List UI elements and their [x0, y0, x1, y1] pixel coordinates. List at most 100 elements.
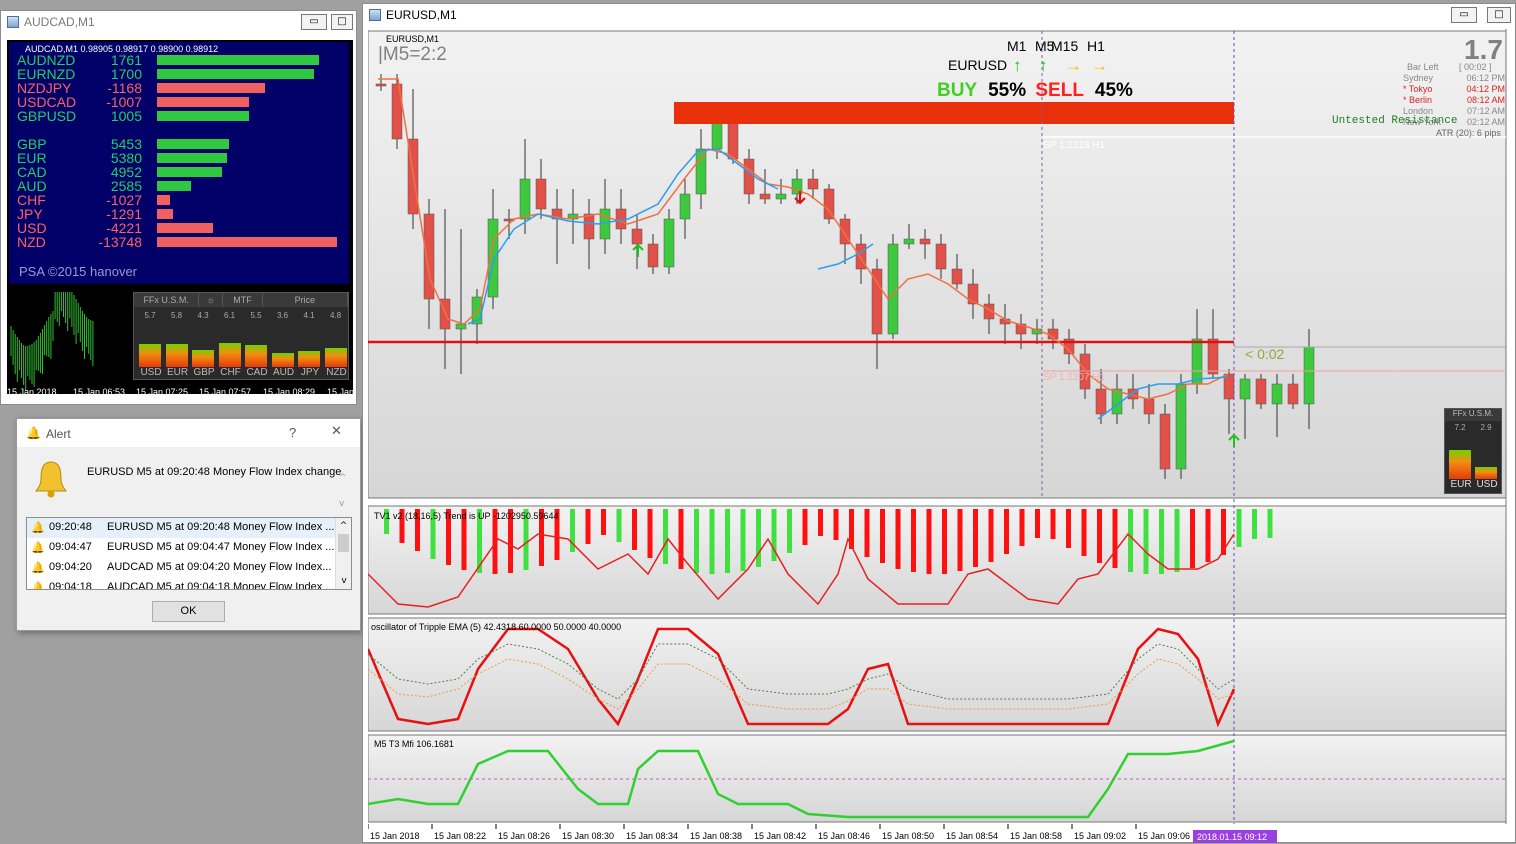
resistance-price-label: SP 1.2218 H1: [1043, 140, 1106, 151]
strength-bar: [157, 69, 314, 79]
alert-list-scrollbar[interactable]: ^ v: [335, 518, 351, 589]
bull-histogram-bar: [1174, 509, 1180, 572]
bear-histogram-bar: [973, 509, 978, 567]
bear-histogram-bar: [678, 509, 684, 569]
chart-window-icon: [7, 16, 19, 28]
eurusd-titlebar[interactable]: EURUSD,M1 ▭ □: [363, 4, 1515, 26]
bell-icon: 🔔: [31, 562, 45, 574]
usm-bar: [192, 350, 214, 367]
audcad-time-axis: 15 Jan 2018 15 Jan 06:53 15 Jan 07:25 15 Ja…: [7, 386, 354, 400]
eurusd-chart[interactable]: 15 Jan 2018 15 Jan 08:22 15 Jan 08:26 15 Ja…: [368, 29, 1516, 844]
bell-icon: 🔔: [31, 542, 45, 554]
time-tick-label: 15 Jan 08:54: [946, 831, 998, 841]
bull-histogram-bar: [663, 509, 668, 564]
usm-value: 5.7: [144, 311, 156, 320]
tema-oscillator-pane[interactable]: [368, 617, 1507, 732]
alert-list[interactable]: 🔔 09:20:48 EURUSD M5 at 09:20:48 Money Flo…: [26, 517, 352, 590]
strength-row: NZD -13748: [17, 235, 347, 249]
usm-tab[interactable]: FFx U.S.M.: [134, 293, 200, 307]
scroll-thumb[interactable]: [338, 534, 349, 552]
usm-tab[interactable]: ☼: [199, 293, 224, 307]
bear-candle: [871, 268, 883, 335]
help-button[interactable]: ?: [289, 425, 296, 440]
bear-candle: [743, 158, 755, 195]
alert-row-text: EURUSD M5 at 09:20:48 Money Flow Index .…: [107, 521, 335, 533]
bear-candle: [935, 243, 947, 270]
alert-title: Alert: [46, 427, 71, 441]
alert-message-scrollbar[interactable]: ^ v: [339, 465, 347, 517]
bear-histogram-bar: [864, 509, 870, 557]
audcad-titlebar[interactable]: AUDCAD,M1 ▭ □: [1, 11, 356, 33]
bear-histogram-bar: [1112, 509, 1118, 568]
close-button[interactable]: ✕: [331, 424, 342, 439]
buy-percent: 55%: [988, 80, 1027, 101]
mini-usm-bar: [1475, 467, 1497, 479]
alert-titlebar[interactable]: 🔔 Alert ? ✕: [17, 419, 360, 447]
bear-histogram-bar: [1035, 509, 1040, 538]
alert-row[interactable]: 🔔 09:20:48 EURUSD M5 at 09:20:48 Money Flo…: [27, 518, 351, 538]
chart-window-icon: [369, 9, 381, 21]
maximize-button[interactable]: □: [331, 14, 353, 30]
bar-left-label: Bar Left: [1407, 62, 1439, 72]
mini-usm-label: USD: [1476, 479, 1498, 490]
alert-row-text: EURUSD M5 at 09:04:47 Money Flow Index .…: [107, 541, 335, 553]
strength-bar: [157, 223, 213, 233]
strength-bar: [157, 181, 191, 191]
currency-list: GBP 5453 EUR 5380 CAD 4952 AUD 2585 CHF -1027 JPY -…: [17, 137, 347, 249]
strength-value: -1027: [106, 192, 142, 208]
mini-usm-panel: FFx U.S.M. 7.2 EUR 2.9 USD: [1444, 408, 1502, 494]
strength-bar: [157, 83, 265, 93]
scroll-down-arrow-icon[interactable]: v: [336, 573, 351, 589]
bear-candle: [727, 118, 739, 160]
alert-row[interactable]: 🔔 09:04:47 EURUSD M5 at 09:04:47 Money Flo…: [27, 538, 351, 558]
sell-label: SELL: [1035, 80, 1084, 101]
minimize-button[interactable]: ▭: [1451, 7, 1477, 23]
minimize-button[interactable]: ▭: [301, 14, 327, 30]
usm-tab[interactable]: Price: [263, 293, 348, 307]
strength-panel: AUDCAD,M1 0.98905 0.98917 0.98900 0.9891…: [9, 42, 349, 284]
time-tick-label: 15 Jan 08:46: [818, 831, 870, 841]
scroll-up-arrow-icon[interactable]: ^: [336, 518, 351, 534]
usm-value: 4.8: [329, 311, 342, 320]
ok-button[interactable]: OK: [152, 601, 225, 622]
strength-name: CHF: [17, 192, 46, 208]
usm-label: AUD: [272, 367, 295, 378]
time-tick-label: 15 Jan 08:38: [690, 831, 742, 841]
strength-row: USD -4221: [17, 221, 347, 235]
time-tick-label: 15 Jan 07:57: [199, 387, 252, 397]
bar-left-value: [ 00:02 ]: [1459, 62, 1492, 72]
bear-candle: [1159, 413, 1171, 470]
bull-candle: [519, 178, 531, 220]
alert-row[interactable]: 🔔 09:04:18 AUDCAD M5 at 09:04:18 Money Flo…: [27, 578, 351, 589]
alert-row[interactable]: 🔔 09:04:20 AUDCAD M5 at 09:04:20 Money Flo…: [27, 558, 351, 578]
bear-histogram-bar: [1190, 509, 1195, 568]
strength-value: 4952: [110, 164, 142, 180]
bull-candle: [1271, 383, 1283, 405]
bell-icon: 🔔: [26, 426, 41, 440]
time-tick-label: 15 Jan 09:02: [1074, 831, 1126, 841]
mini-usm-value: 2.9: [1480, 423, 1492, 432]
usm-bar: [324, 348, 347, 367]
strength-row: CHF -1027: [17, 193, 347, 207]
usm-tab[interactable]: MTF: [223, 293, 263, 307]
bear-candle: [855, 243, 867, 270]
usm-value: 5.5: [250, 311, 262, 320]
bar-countdown: < 0:02: [1245, 346, 1285, 362]
symbol-label: EURUSD: [948, 57, 1008, 73]
usm-value: 6.1: [223, 311, 236, 320]
usm-label: JPY: [300, 367, 320, 378]
maximize-button[interactable]: □: [1487, 7, 1511, 23]
bear-histogram-bar: [601, 509, 606, 535]
support-price-label: SP 1.2207 H1: [1043, 372, 1106, 383]
right-arrow-icon: →: [1065, 56, 1082, 75]
strength-value: 1005: [110, 108, 142, 124]
audcad-chart-area[interactable]: AUDCAD,M1 0.98905 0.98917 0.98900 0.9891…: [7, 40, 354, 397]
strength-name: NZDJPY: [17, 80, 72, 96]
usm-bar: [271, 353, 294, 367]
tv1-pane[interactable]: [368, 505, 1507, 615]
mini-usm-value: 7.2: [1454, 423, 1466, 432]
bear-histogram-bar: [880, 509, 885, 563]
bear-candle: [1207, 338, 1219, 375]
strength-value: 2585: [110, 178, 142, 194]
strength-value: -1168: [107, 80, 142, 96]
